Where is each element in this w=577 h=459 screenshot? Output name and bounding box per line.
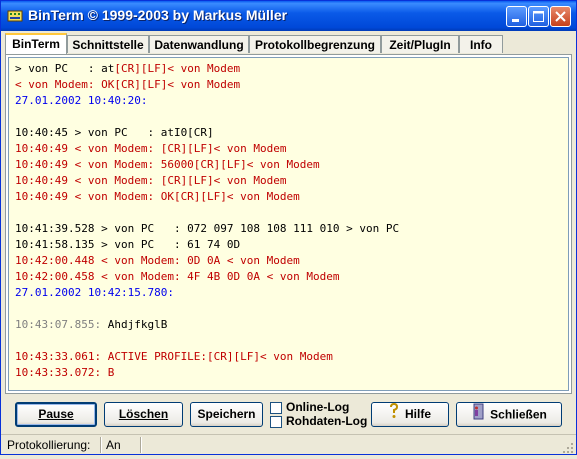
help-icon — [389, 402, 399, 427]
title-bar[interactable]: BinTerm © 1999-2003 by Markus Müller — [1, 1, 576, 31]
pause-button[interactable]: Pause — [15, 402, 97, 427]
log-line: 27.01.2002 10:42:15.780: — [15, 285, 568, 301]
tab-datenwandlung[interactable]: Datenwandlung — [149, 35, 249, 53]
log-line-text: 10:43:33.072: B — [15, 366, 115, 379]
door-exit-icon — [471, 403, 485, 428]
log-line: 10:40:45 > von PC : atI0[CR] — [15, 125, 568, 141]
log-line: 10:40:49 < von Modem: [CR][LF]< von Mode… — [15, 141, 568, 157]
app-window: BinTerm © 1999-2003 by Markus Müller Bin… — [0, 0, 577, 455]
tab-zeit-plugin[interactable]: Zeit/PlugIn — [381, 35, 459, 53]
loeschen-button[interactable]: Löschen — [104, 402, 183, 427]
status-bar: Protokollierung: An — [1, 434, 576, 455]
log-line-text: 10:40:49 < von Modem: [CR][LF]< von Mode… — [15, 142, 287, 155]
log-line-text: 27.01.2002 10:42:15.780: — [15, 286, 174, 299]
log-line: 10:41:39.528 > von PC : 072 097 108 108 … — [15, 221, 568, 237]
loeschen-label: Löschen — [118, 407, 169, 421]
tab-protokollbegrenzung[interactable]: Protokollbegrenzung — [249, 35, 381, 53]
log-line: 10:43:07.855: AhdjfkglB — [15, 317, 568, 333]
log-line-text: 10:42:00.458 < von Modem: 4F 4B 0D 0A < … — [15, 270, 340, 283]
log-line-text: 10:40:49 < von Modem: OK[CR][LF]< von Mo… — [15, 190, 300, 203]
log-line-text: 27.01.2002 10:40:20: — [15, 94, 148, 107]
log-line-text: > von PC : at — [15, 62, 115, 75]
speichern-label: Speichern — [197, 407, 256, 421]
tab-pane: > von PC : at[CR][LF]< von Modem < von Mo… — [5, 54, 572, 394]
close-button[interactable] — [550, 6, 571, 27]
log-line-text: AhdjfkglB — [107, 318, 168, 331]
schliessen-button[interactable]: Schließen — [456, 402, 562, 427]
log-line: 10:40:49 < von Modem: 56000[CR][LF]< von… — [15, 157, 568, 173]
status-value: An — [106, 438, 121, 452]
tab-label: Datenwandlung — [154, 38, 244, 52]
log-line-text: [CR][LF]< von Modem — [114, 62, 241, 75]
tab-label: Protokollbegrenzung — [255, 38, 375, 52]
log-line-text: 10:42:00.448 < von Modem: 0D 0A < von Mo… — [15, 254, 300, 267]
maximize-button[interactable] — [528, 6, 549, 27]
pause-label: Pause — [38, 407, 74, 421]
minimize-button[interactable] — [506, 6, 527, 27]
window-title: BinTerm © 1999-2003 by Markus Müller — [28, 7, 288, 23]
log-line: 10:40:49 < von Modem: OK[CR][LF]< von Mo… — [15, 189, 568, 205]
speichern-button[interactable]: Speichern — [190, 402, 263, 427]
status-separator — [100, 437, 101, 453]
log-line-text — [15, 302, 22, 315]
schliessen-label: Schließen — [490, 407, 547, 422]
log-line: < von Modem: OK[CR][LF]< von Modem — [15, 77, 568, 93]
hilfe-button[interactable]: Hilfe — [371, 402, 449, 427]
rohdaten-log-checkbox[interactable] — [270, 416, 282, 428]
log-line-text: 10:40:49 < von Modem: [CR][LF]< von Mode… — [15, 174, 287, 187]
hilfe-label: Hilfe — [404, 407, 431, 422]
log-line: 10:43:33.072: B — [15, 365, 568, 381]
log-line-text — [15, 206, 22, 219]
resize-grip-icon[interactable] — [562, 441, 574, 453]
log-line — [15, 301, 568, 317]
tab-label: Schnittstelle — [72, 38, 144, 52]
log-line-text: < von Modem: OK[CR][LF]< von Modem — [15, 78, 241, 91]
log-output[interactable]: > von PC : at[CR][LF]< von Modem < von Mo… — [8, 57, 569, 391]
log-line-text — [15, 334, 22, 347]
log-line: 10:40:49 < von Modem: [CR][LF]< von Mode… — [15, 173, 568, 189]
app-icon — [7, 8, 23, 24]
online-log-label: Online-Log — [286, 400, 350, 414]
log-line: > von PC : at[CR][LF]< von Modem — [15, 61, 568, 77]
log-line-text: 10:43:33.061: ACTIVE PROFILE:[CR][LF]< v… — [15, 350, 333, 363]
tab-label: Info — [470, 38, 492, 52]
tab-binterm[interactable]: BinTerm — [5, 33, 67, 54]
status-label: Protokollierung: — [7, 438, 91, 452]
log-line: 10:41:58.135 > von PC : 61 74 0D — [15, 237, 568, 253]
online-log-checkbox[interactable] — [270, 402, 282, 414]
log-line: 10:43:33.061: ACTIVE PROFILE:[CR][LF]< v… — [15, 349, 568, 365]
log-line: 10:42:00.458 < von Modem: 4F 4B 0D 0A < … — [15, 269, 568, 285]
rohdaten-log-label: Rohdaten-Log — [286, 414, 368, 428]
tab-schnittstelle[interactable]: Schnittstelle — [67, 35, 149, 53]
tab-label: BinTerm — [12, 37, 60, 51]
log-line-text: 10:41:58.135 > von PC : 61 74 0D — [15, 238, 241, 251]
tab-info[interactable]: Info — [459, 35, 503, 53]
tab-label: Zeit/PlugIn — [389, 38, 451, 52]
log-line-text: 10:41:39.528 > von PC : 072 097 108 108 … — [15, 222, 400, 235]
button-bar: Pause Löschen Speichern Online-Log Rohda… — [1, 398, 577, 432]
log-line: 27.01.2002 10:40:20: — [15, 93, 568, 109]
log-line — [15, 109, 568, 125]
log-line-text: 10:40:49 < von Modem: 56000[CR][LF]< von… — [15, 158, 320, 171]
log-line: 10:42:00.448 < von Modem: 0D 0A < von Mo… — [15, 253, 568, 269]
log-line — [15, 333, 568, 349]
status-separator — [140, 437, 141, 453]
log-line-text — [15, 110, 22, 123]
log-line-text: 10:40:45 > von PC : atI0[CR] — [15, 126, 214, 139]
log-line-text: 10:43:07.855: — [15, 318, 108, 331]
log-line — [15, 205, 568, 221]
